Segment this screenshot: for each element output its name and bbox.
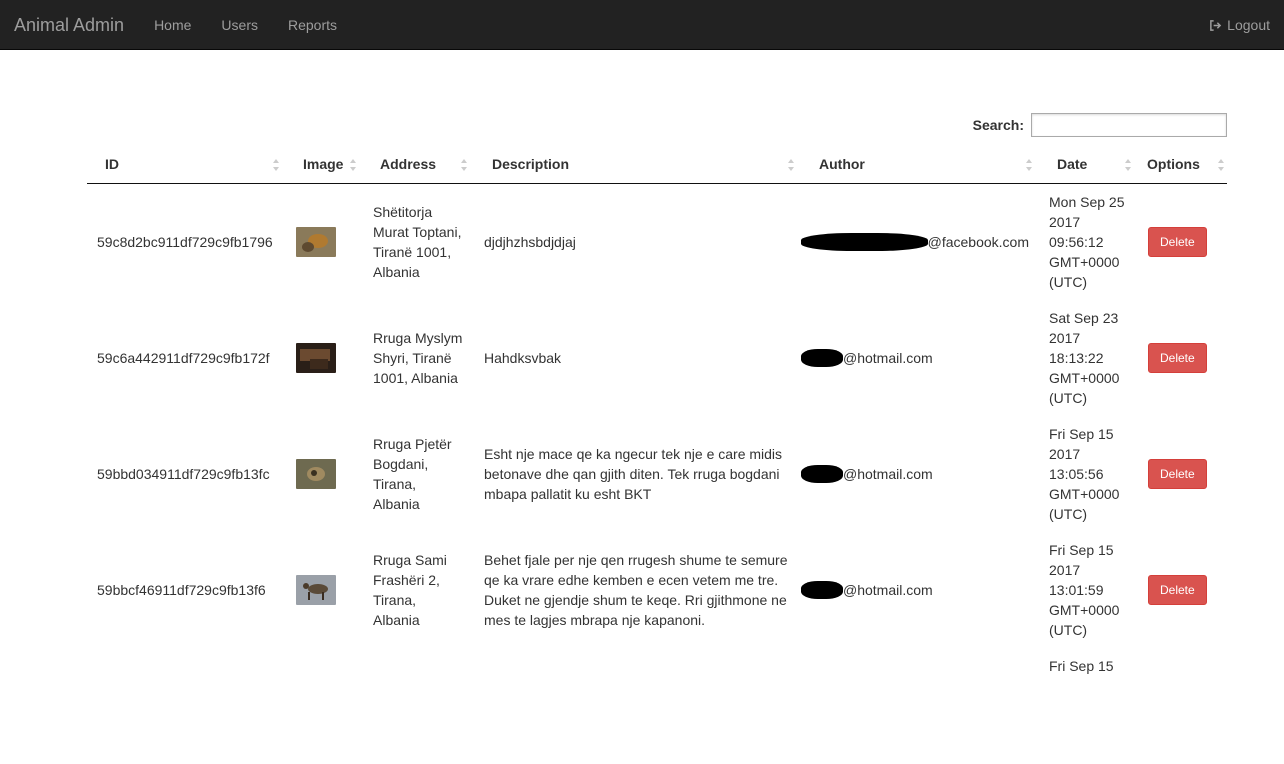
header-description-label: Description — [492, 156, 570, 173]
nav-home[interactable]: Home — [139, 0, 206, 50]
header-author-label: Author — [819, 156, 865, 173]
cell-options: Delete — [1138, 300, 1227, 416]
cell-description: Esht nje mace qe ka ngecur tek nje e car… — [484, 445, 783, 502]
cell-image — [286, 532, 363, 648]
search-label: Search: — [972, 117, 1024, 133]
sort-icon — [273, 159, 279, 171]
brand-link[interactable]: Animal Admin — [0, 0, 139, 50]
author-domain: @hotmail.com — [843, 581, 933, 598]
animals-table: ID Image Address Description Author Date… — [87, 146, 1227, 764]
animal-thumbnail[interactable] — [296, 458, 336, 489]
header-date[interactable]: Date — [1039, 146, 1138, 184]
logout-link[interactable]: Logout — [1209, 0, 1270, 50]
cell-address: Rruga Sami Frashëri 2, Tirana, Albania — [373, 551, 447, 628]
table-row: 59bbcf46911df729c9fb13f6 Rruga Sami Fras… — [87, 532, 1227, 648]
cell-date: Fri Sep 15 2017 13:05:56 GMT+0000 (UTC) — [1049, 425, 1120, 522]
header-address[interactable]: Address — [363, 146, 474, 184]
cell-date: Fri Sep 15 2017 13:01:59 GMT+0000 (UTC) — [1049, 541, 1120, 638]
table-row: 59c6a442911df729c9fb172f Rruga Myslym Sh… — [87, 300, 1227, 416]
cell-id: 59c6a442911df729c9fb172f — [97, 349, 270, 366]
cell-id: 59bbd034911df729c9fb13fc — [97, 465, 270, 482]
sort-icon — [1026, 159, 1032, 171]
cell-address: Rruga Pjetër Bogdani, Tirana, Albania — [373, 435, 452, 512]
cell-image — [286, 416, 363, 532]
cell-author: @facebook.com — [801, 183, 1039, 300]
search-row: Search: — [973, 113, 1227, 137]
cell-author — [801, 648, 1039, 764]
author-domain: @facebook.com — [927, 233, 1029, 250]
redacted-email — [801, 464, 843, 483]
sort-icon — [788, 159, 794, 171]
nav-reports[interactable]: Reports — [273, 0, 352, 50]
redacted-email — [801, 232, 928, 251]
header-description[interactable]: Description — [474, 146, 801, 184]
table-row: 59c8d2bc911df729c9fb1796 Shëtitorja Mura… — [87, 183, 1227, 300]
nav-users[interactable]: Users — [206, 0, 273, 50]
cell-date: Sat Sep 23 2017 18:13:22 GMT+0000 (UTC) — [1049, 309, 1120, 406]
sort-icon — [350, 159, 356, 171]
header-date-label: Date — [1057, 156, 1088, 173]
redacted-email — [801, 348, 843, 367]
sort-icon — [461, 159, 467, 171]
header-image[interactable]: Image — [286, 146, 363, 184]
cell-description: Hahdksvbak — [484, 349, 562, 366]
cell-address: Shëtitorja Murat Toptani, Tiranë 1001, A… — [373, 203, 462, 280]
animal-thumbnail[interactable] — [296, 574, 336, 605]
cell-id: 59c8d2bc911df729c9fb1796 — [97, 233, 273, 250]
header-image-label: Image — [303, 156, 344, 173]
cell-options: Delete — [1138, 532, 1227, 648]
header-id[interactable]: ID — [87, 146, 286, 184]
search-input[interactable] — [1031, 113, 1227, 137]
cell-options — [1138, 648, 1227, 764]
cell-options: Delete — [1138, 416, 1227, 532]
header-options[interactable]: Options — [1138, 146, 1227, 184]
logout-label: Logout — [1227, 17, 1270, 33]
author-domain: @hotmail.com — [843, 465, 933, 482]
delete-button[interactable]: Delete — [1148, 226, 1207, 257]
logout-icon — [1210, 19, 1222, 31]
table-header-row: ID Image Address Description Author Date… — [87, 146, 1227, 184]
cell-description: djdjhzhsbdjdjaj — [484, 233, 576, 250]
author-domain: @hotmail.com — [843, 349, 933, 366]
table-row: Fri Sep 15 — [87, 648, 1227, 764]
redacted-email — [801, 580, 843, 599]
delete-button[interactable]: Delete — [1148, 342, 1207, 373]
cell-options: Delete — [1138, 183, 1227, 300]
top-navbar: Animal Admin Home Users Reports Logout — [0, 0, 1284, 50]
sort-icon — [1218, 159, 1224, 171]
animal-thumbnail[interactable] — [296, 342, 336, 373]
cell-id — [87, 648, 286, 764]
cell-author: @hotmail.com — [801, 416, 1039, 532]
cell-description — [474, 648, 801, 764]
cell-id: 59bbcf46911df729c9fb13f6 — [97, 581, 266, 598]
header-author[interactable]: Author — [801, 146, 1039, 184]
cell-description: Behet fjale per nje qen rrugesh shume te… — [484, 551, 788, 628]
cell-image — [286, 183, 363, 300]
cell-address: Rruga Myslym Shyri, Tiranë 1001, Albania — [373, 329, 463, 386]
cell-date: Mon Sep 25 2017 09:56:12 GMT+0000 (UTC) — [1049, 193, 1125, 290]
cell-author: @hotmail.com — [801, 532, 1039, 648]
sort-icon — [1125, 159, 1131, 171]
delete-button[interactable]: Delete — [1148, 458, 1207, 489]
cell-image — [286, 300, 363, 416]
header-options-label: Options — [1147, 156, 1200, 173]
cell-image — [286, 648, 363, 764]
table-row: 59bbd034911df729c9fb13fc Rruga Pjetër Bo… — [87, 416, 1227, 532]
cell-address — [363, 648, 474, 764]
header-address-label: Address — [380, 156, 437, 173]
cell-date: Fri Sep 15 — [1049, 657, 1114, 674]
animal-thumbnail[interactable] — [296, 226, 336, 257]
delete-button[interactable]: Delete — [1148, 574, 1207, 605]
cell-author: @hotmail.com — [801, 300, 1039, 416]
header-id-label: ID — [105, 156, 119, 173]
